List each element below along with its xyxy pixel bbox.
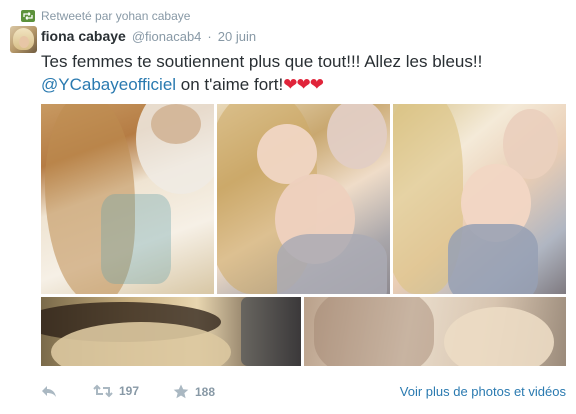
avatar-face bbox=[19, 36, 29, 48]
photo-collage[interactable] bbox=[41, 104, 566, 366]
tweet-actions: 197 188 Voir plus de photos et vidéos bbox=[41, 384, 566, 404]
tweet-text-line-2-rest: on t'aime fort! bbox=[176, 75, 284, 94]
retweet-context-text[interactable]: Retweeté par yohan cabaye bbox=[41, 9, 190, 23]
photo-1[interactable] bbox=[41, 104, 214, 294]
hearts-emoji: ❤❤❤ bbox=[283, 75, 324, 94]
photo-2-shape bbox=[277, 234, 387, 294]
author-username[interactable]: @fionacab4 bbox=[132, 29, 202, 44]
reply-icon bbox=[41, 384, 57, 398]
photo-1-shape bbox=[151, 104, 201, 144]
photo-5-shape bbox=[314, 297, 434, 366]
retweet-icon bbox=[93, 384, 113, 398]
tweet-header: fiona cabaye @fionacab4 · 20 juin bbox=[41, 28, 256, 44]
favorite-button[interactable]: 188 bbox=[173, 384, 215, 399]
tweet-text: Tes femmes te soutiennent plus que tout!… bbox=[41, 50, 561, 96]
retweet-button[interactable]: 197 bbox=[93, 384, 139, 398]
favorite-count: 188 bbox=[195, 384, 216, 399]
retweet-context-icon bbox=[21, 10, 35, 22]
separator-dot: · bbox=[207, 29, 212, 44]
photo-3-shape bbox=[448, 224, 538, 294]
photo-5[interactable] bbox=[304, 297, 566, 366]
photo-5-shape bbox=[444, 307, 554, 366]
star-icon bbox=[173, 384, 189, 399]
retweet-count: 197 bbox=[119, 384, 140, 398]
photo-1-shape bbox=[101, 194, 171, 284]
retweet-context: Retweeté par yohan cabaye bbox=[21, 9, 190, 23]
reply-button[interactable] bbox=[41, 384, 57, 398]
author-fullname[interactable]: fiona cabaye bbox=[41, 28, 126, 44]
view-more-photos-link[interactable]: Voir plus de photos et vidéos bbox=[400, 384, 566, 399]
mention-link[interactable]: @YCabayeofficiel bbox=[41, 75, 176, 94]
photo-2-shape bbox=[327, 104, 387, 169]
tweet-text-line-1: Tes femmes te soutiennent plus que tout!… bbox=[41, 52, 483, 71]
tweet-text-line-2: @YCabayeofficiel on t'aime fort!❤❤❤ bbox=[41, 73, 561, 96]
tweet-timestamp[interactable]: 20 juin bbox=[218, 29, 256, 44]
photo-2[interactable] bbox=[217, 104, 390, 294]
avatar[interactable] bbox=[10, 26, 37, 53]
photo-3[interactable] bbox=[393, 104, 566, 294]
photo-4[interactable] bbox=[41, 297, 301, 366]
tweet: Retweeté par yohan cabaye fiona cabaye @… bbox=[0, 0, 576, 414]
photo-4-shape bbox=[241, 297, 301, 366]
